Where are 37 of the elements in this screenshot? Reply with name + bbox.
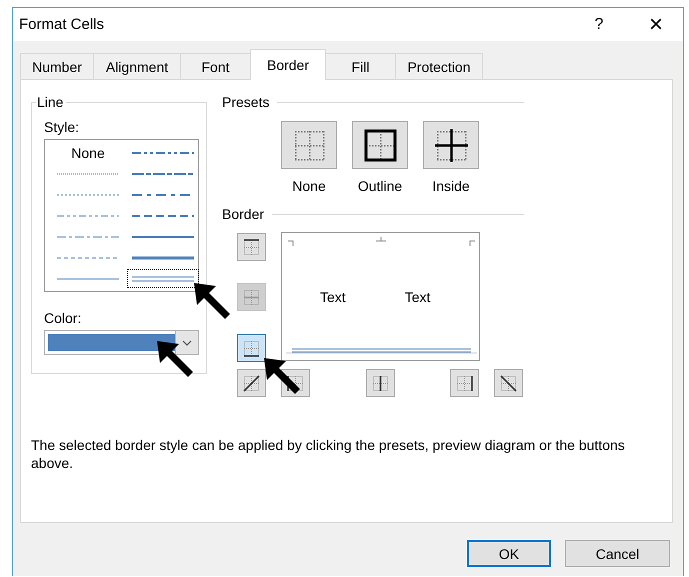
- preset-button[interactable]: [423, 121, 479, 169]
- help-button[interactable]: ?: [589, 16, 609, 34]
- preset-label: None: [292, 178, 326, 194]
- border-button[interactable]: [494, 369, 523, 397]
- field-label: Style:: [44, 119, 80, 135]
- border-line-icon: [242, 374, 261, 392]
- tab[interactable]: Protection: [395, 53, 483, 79]
- preset-label: Outline: [358, 178, 402, 194]
- line-style-option[interactable]: None: [49, 143, 127, 162]
- tab[interactable]: Border: [250, 49, 326, 80]
- preset-label: Inside: [432, 178, 470, 194]
- preview-text: Text: [404, 288, 430, 304]
- color-dropdown[interactable]: [44, 330, 199, 355]
- pointer-arrow-icon: [263, 357, 301, 395]
- preset-button[interactable]: [352, 121, 408, 169]
- preview-diagram[interactable]: Text Text: [281, 232, 480, 361]
- help-text: The selected border style can be applied by clicking the presets, preview diagram or the buttons above.: [31, 436, 626, 472]
- section-title: Presets: [222, 94, 270, 110]
- window-title: Format Cells: [18, 16, 106, 33]
- line-sample-icon: [132, 274, 194, 284]
- pointer-arrow-icon: [193, 282, 231, 320]
- chevron-down-icon: [182, 340, 192, 346]
- close-button[interactable]: ×: [645, 12, 667, 36]
- preview-text: Text: [320, 288, 346, 304]
- cancel-button[interactable]: Cancel: [565, 540, 670, 567]
- tab[interactable]: Number: [20, 53, 94, 79]
- pointer-arrow-icon: [156, 340, 194, 378]
- border-button[interactable]: [237, 369, 266, 397]
- inside-preset-icon: [432, 126, 470, 164]
- border-line-icon: [499, 374, 518, 392]
- field-label: Color:: [44, 310, 82, 326]
- section-title: Border: [222, 206, 264, 222]
- group-title: Line: [36, 94, 66, 110]
- ok-button[interactable]: OK: [467, 540, 551, 567]
- line-style-list[interactable]: None: [44, 139, 199, 292]
- border-button[interactable]: [237, 334, 266, 362]
- outline-preset-icon: [362, 126, 398, 164]
